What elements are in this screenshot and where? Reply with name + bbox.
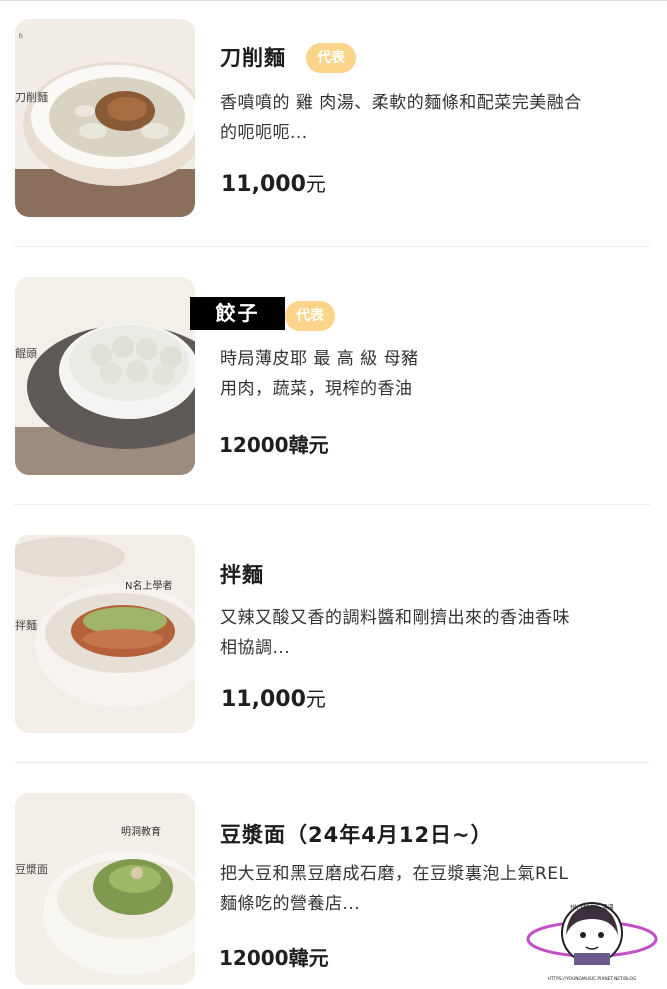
svg-text:ʱ: ʱ — [19, 33, 23, 44]
soy-milk-noodle-photo: 明洞教育 豆漿面 — [15, 793, 195, 985]
blog-watermark: HI, I'M MS.溫溫 HTTPS://YOUNGMUSIC.PIXNET.… — [522, 895, 662, 985]
item-name: 刀削麵 — [220, 46, 286, 70]
menu-item-1[interactable]: ʱ 刀削麵 刀削麵 代表 香噴噴的 雞 肉湯、柔軟的麵條和配菜完美融合 的呃呃呃… — [0, 0, 667, 248]
knife-noodle-photo: ʱ 刀削麵 — [15, 19, 195, 217]
photo-label: 餛頭 — [15, 346, 37, 360]
photo-sign: 明洞教育 — [121, 825, 161, 838]
photo-label: 拌麵 — [15, 618, 37, 632]
item-price: 12000韓元 — [219, 433, 329, 457]
photo-label: 刀削麵 — [15, 90, 48, 104]
item-name: 拌麵 — [220, 563, 264, 587]
item-price: 12000韓元 — [219, 946, 329, 970]
item-price: 11,000元 — [221, 172, 326, 197]
photo-label: 豆漿面 — [15, 862, 48, 876]
divider — [14, 504, 650, 505]
item-description: 時局薄皮耶 最 高 級 母豬 用肉，蔬菜，現榨的香油 — [220, 349, 419, 399]
item-name: 豆漿面（24年4月12日~） — [220, 823, 493, 847]
menu-item-3[interactable]: N名上學者 拌麵 拌麵 又辣又酸又香的調料醬和剛擠出來的香油香味 相協調... … — [0, 506, 667, 764]
representative-badge: 代表 — [306, 43, 356, 73]
watermark-top-text: HI, I'M MS.溫溫 — [570, 903, 614, 911]
representative-badge: 代表 — [285, 301, 335, 331]
mixed-noodle-photo: N名上學者 拌麵 — [15, 535, 195, 733]
divider — [14, 246, 650, 247]
dumpling-photo: 餛頭 — [15, 277, 195, 475]
item-price: 11,000元 — [221, 687, 326, 712]
item-description: 又辣又酸又香的調料醬和剛擠出來的香油香味 相協調... — [220, 608, 570, 658]
divider — [14, 762, 650, 763]
photo-sign: N名上學者 — [125, 579, 172, 592]
item-name-overlay: 餃子 — [190, 297, 285, 330]
watermark-url: HTTPS://YOUNGMUSIC.PIXNET.NET/BLOG — [548, 976, 637, 982]
item-description: 香噴噴的 雞 肉湯、柔軟的麵條和配菜完美融合 的呃呃呃... — [220, 93, 582, 143]
menu-item-2[interactable]: 餛頭 代表 時局薄皮耶 最 高 級 母豬 用肉，蔬菜，現榨的香油 12000韓元 — [0, 248, 667, 506]
